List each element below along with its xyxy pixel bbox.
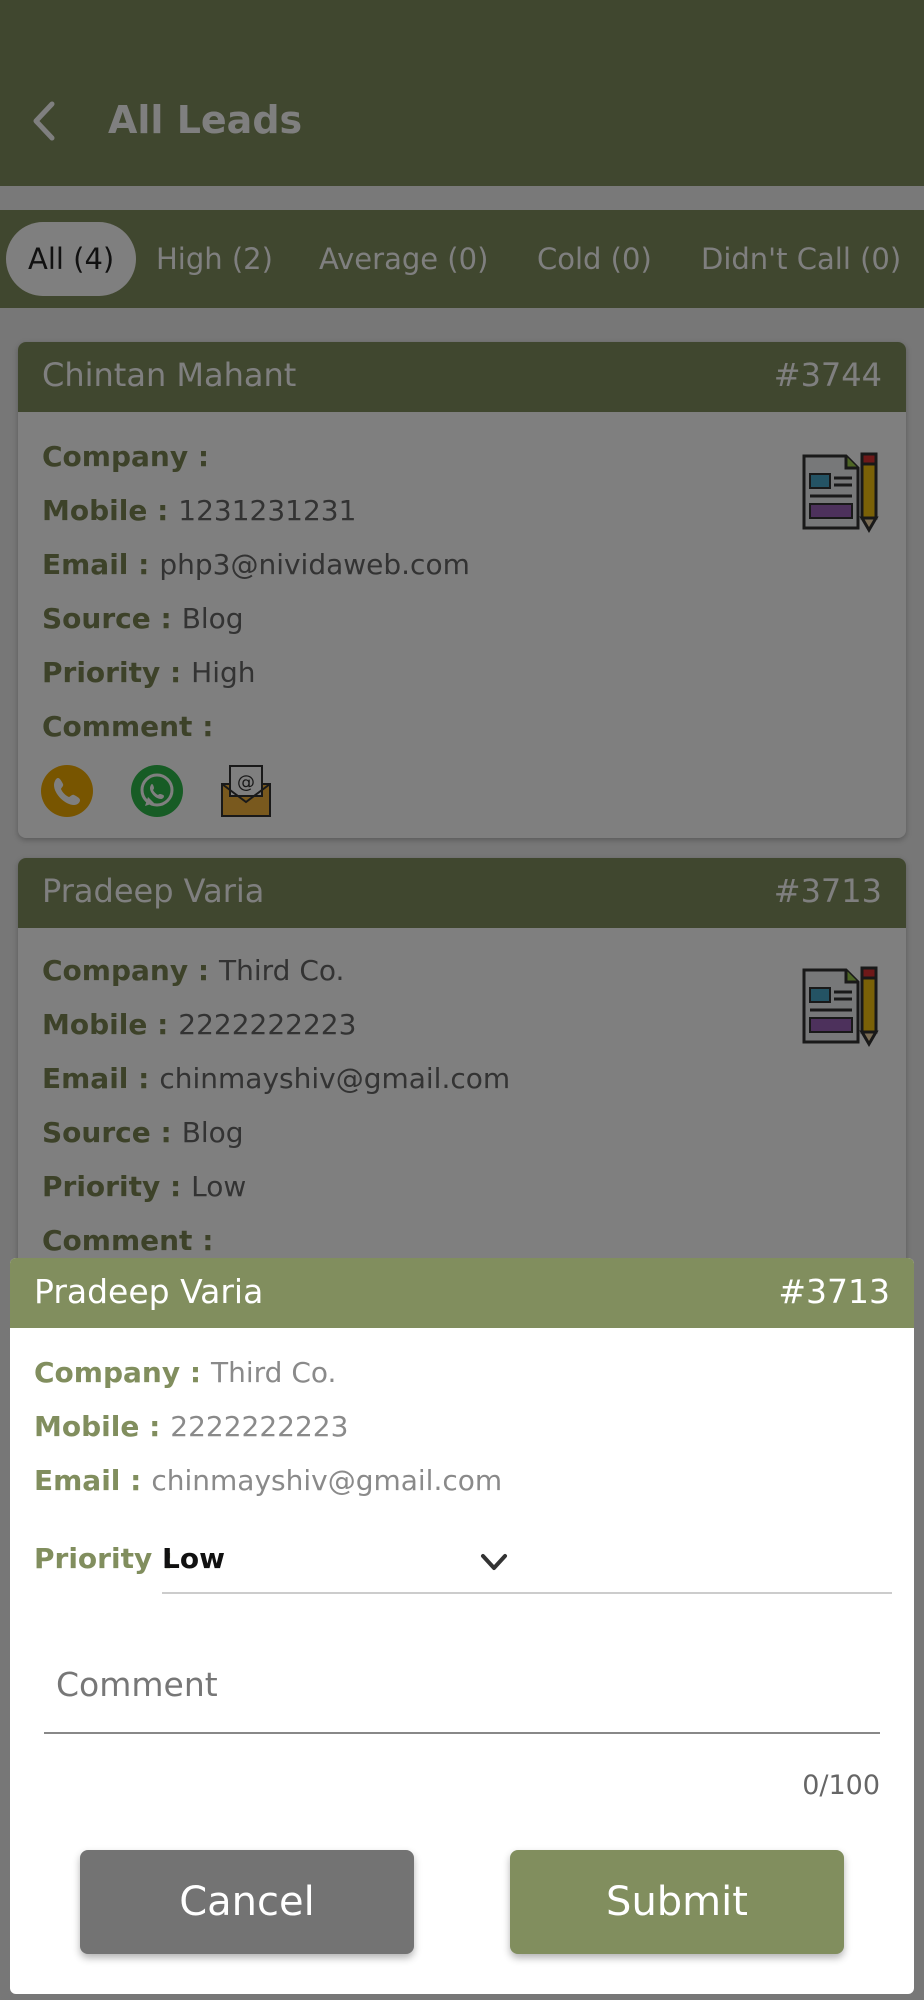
sheet-lead-name: Pradeep Varia [34, 1272, 264, 1311]
comment-field[interactable] [44, 1638, 880, 1734]
update-lead-sheet: Pradeep Varia #3713 Company : Third Co. M… [10, 1258, 914, 1994]
priority-label: Priority : [34, 1542, 174, 1575]
sheet-company-row: Company : Third Co. [34, 1356, 337, 1389]
priority-selected-value: Low [162, 1542, 225, 1575]
comment-input[interactable] [44, 1638, 880, 1730]
sheet-header: Pradeep Varia #3713 [10, 1258, 914, 1328]
priority-dropdown[interactable]: Low [162, 1530, 892, 1594]
character-counter: 0/100 [802, 1770, 880, 1801]
cancel-button[interactable]: Cancel [80, 1850, 414, 1954]
sheet-mobile-row: Mobile :2222222223 [34, 1410, 349, 1443]
submit-button[interactable]: Submit [510, 1850, 844, 1954]
chevron-down-icon [476, 1544, 512, 1580]
sheet-email-row: Email : chinmayshiv@gmail.com [34, 1464, 503, 1497]
sheet-lead-id: #3713 [778, 1272, 890, 1311]
